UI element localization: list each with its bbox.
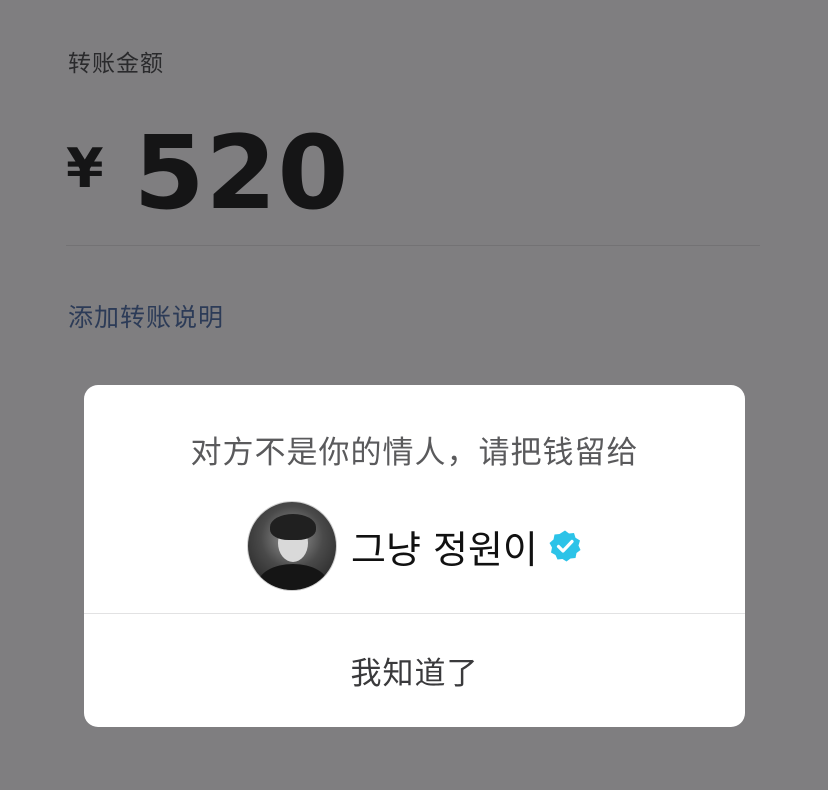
- modal-dialog: 对方不是你的情人，请把钱留给 그냥 정원이 我知道了: [84, 385, 745, 727]
- add-note-link[interactable]: 添加转账说明: [68, 298, 224, 334]
- acknowledge-button[interactable]: 我知道了: [84, 614, 745, 727]
- amount-display: ¥ 520: [66, 114, 350, 233]
- recipient-name: 그냥 정원이: [351, 527, 538, 572]
- avatar: [247, 501, 337, 591]
- verified-badge-icon: [549, 530, 581, 562]
- amount-value: 520: [133, 113, 350, 233]
- recipient-profile: 그냥 정원이: [247, 501, 582, 591]
- dialog-message: 对方不是你的情人，请把钱留给: [190, 435, 639, 471]
- currency-symbol: ¥: [66, 136, 104, 200]
- amount-divider: [66, 245, 760, 246]
- amount-label: 转账金额: [68, 51, 164, 77]
